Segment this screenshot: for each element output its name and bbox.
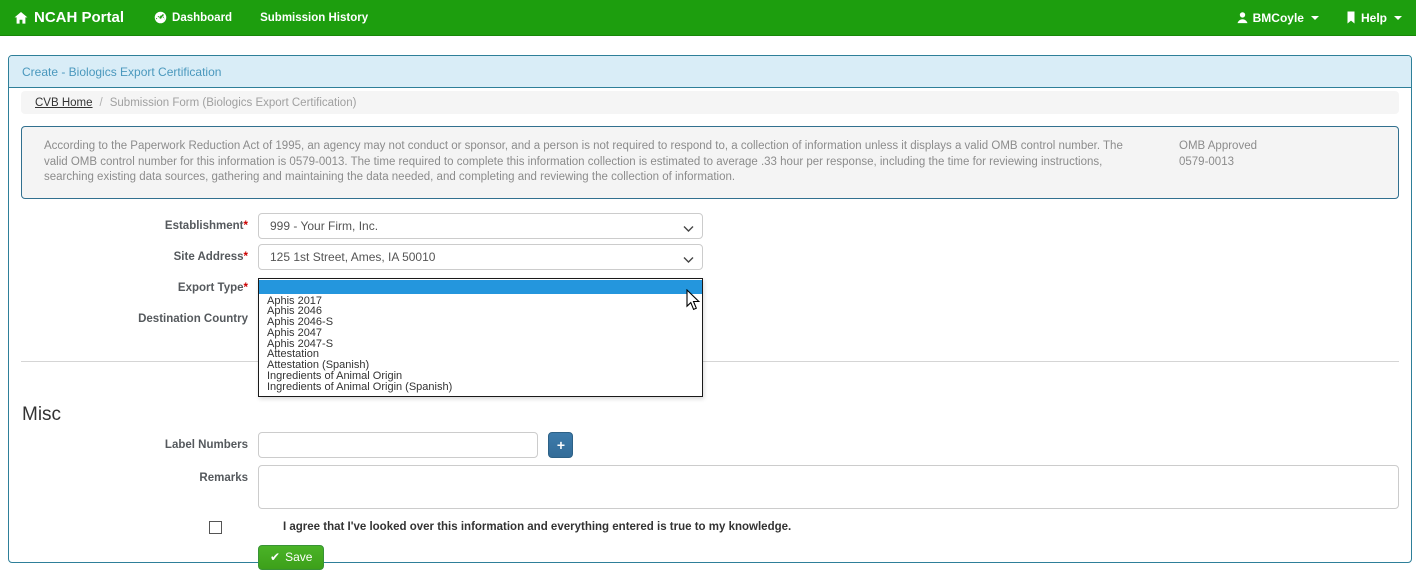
top-navbar: NCAH Portal Dashboard Submission History… [0, 0, 1416, 36]
help-icon [1345, 11, 1357, 24]
label-numbers-input[interactable] [258, 432, 538, 458]
export-type-option[interactable]: Aphis 2047-S [259, 339, 702, 350]
add-icon: + [557, 437, 565, 453]
label-numbers-label-text: Label Numbers [165, 439, 248, 451]
user-icon [1236, 11, 1249, 24]
export-type-row: Export Type* Aphis 2017Aphis 2046Aphis 2… [21, 275, 1399, 301]
export-type-option[interactable]: Ingredients of Animal Origin (Spanish) [259, 382, 702, 393]
export-type-option[interactable] [259, 280, 702, 294]
nav-item-submission-history[interactable]: Submission History [260, 12, 368, 24]
agreement-text: I agree that I've looked over this infor… [258, 519, 791, 533]
panel-body: CVB Home / Submission Form (Biologics Ex… [9, 88, 1411, 570]
breadcrumb: CVB Home / Submission Form (Biologics Ex… [21, 91, 1399, 114]
navbar-brand[interactable]: NCAH Portal [14, 9, 124, 26]
export-type-label-text: Export Type [178, 282, 244, 294]
caret-down-icon [1394, 16, 1402, 20]
required-asterisk: * [244, 251, 248, 263]
remarks-label: Remarks [21, 465, 258, 514]
required-asterisk: * [244, 220, 248, 232]
export-type-option[interactable]: Ingredients of Animal Origin [259, 371, 702, 382]
remarks-row: Remarks [21, 465, 1399, 514]
export-type-option[interactable]: Aphis 2017 [259, 296, 702, 307]
help-menu[interactable]: Help [1345, 11, 1402, 25]
site-address-select[interactable]: 125 1st Street, Ames, IA 50010 [258, 244, 703, 270]
nav-item-dashboard-label: Dashboard [172, 12, 232, 24]
main-panel: Create - Biologics Export Certification … [8, 55, 1412, 563]
export-type-option[interactable]: Aphis 2046-S [259, 317, 702, 328]
navbar-brand-label: NCAH Portal [34, 9, 124, 26]
remarks-textarea[interactable] [258, 465, 1399, 509]
agreement-row: I agree that I've looked over this infor… [21, 519, 1399, 539]
user-menu[interactable]: BMCoyle [1236, 11, 1319, 25]
agreement-checkbox[interactable] [209, 521, 222, 534]
establishment-select-value: 999 - Your Firm, Inc. [270, 219, 378, 233]
caret-down-icon [1311, 16, 1319, 20]
site-address-select-value: 125 1st Street, Ames, IA 50010 [270, 250, 435, 264]
establishment-select[interactable]: 999 - Your Firm, Inc. [258, 213, 703, 239]
omb-notice-text: According to the Paperwork Reduction Act… [44, 139, 1149, 186]
home-icon [14, 11, 28, 25]
remarks-label-text: Remarks [199, 472, 248, 484]
export-type-option[interactable]: Aphis 2047 [259, 328, 702, 339]
label-numbers-label: Label Numbers [21, 432, 258, 458]
export-type-label: Export Type* [21, 275, 258, 301]
dashboard-icon [154, 11, 167, 24]
export-type-dropdown: Aphis 2017Aphis 2046Aphis 2046-SAphis 20… [258, 278, 703, 397]
user-menu-label: BMCoyle [1253, 11, 1304, 25]
establishment-label: Establishment* [21, 213, 258, 239]
help-menu-label: Help [1361, 11, 1387, 25]
label-numbers-row: Label Numbers + [21, 432, 1399, 458]
destination-country-label-text: Destination Country [138, 313, 248, 325]
page-title: Create - Biologics Export Certification [9, 56, 1411, 88]
breadcrumb-cvb-home-link[interactable]: CVB Home [35, 97, 93, 109]
nav-item-dashboard[interactable]: Dashboard [154, 11, 232, 24]
save-button-label: Save [285, 550, 312, 564]
chevron-down-icon [683, 222, 694, 236]
add-label-number-button[interactable]: + [548, 432, 573, 458]
omb-notice-box: According to the Paperwork Reduction Act… [21, 126, 1399, 199]
breadcrumb-separator: / [100, 97, 103, 109]
misc-section-heading: Misc [22, 404, 1399, 426]
site-address-label: Site Address* [21, 244, 258, 270]
site-address-row: Site Address* 125 1st Street, Ames, IA 5… [21, 244, 1399, 270]
site-address-label-text: Site Address [174, 251, 244, 263]
save-button[interactable]: ✔ Save [258, 545, 324, 570]
required-asterisk: * [244, 282, 248, 294]
destination-country-row: Destination Country [21, 306, 1399, 332]
agreement-checkbox-column [21, 519, 258, 539]
destination-country-label: Destination Country [21, 306, 258, 332]
breadcrumb-current: Submission Form (Biologics Export Certif… [110, 97, 357, 109]
establishment-row: Establishment* 999 - Your Firm, Inc. [21, 213, 1399, 239]
establishment-label-text: Establishment [165, 220, 244, 232]
omb-approved-text: OMB Approved 0579-0013 [1179, 139, 1257, 186]
nav-item-submission-history-label: Submission History [260, 12, 368, 24]
check-icon: ✔ [270, 550, 280, 564]
section-divider [21, 361, 1399, 362]
chevron-down-icon [683, 253, 694, 267]
